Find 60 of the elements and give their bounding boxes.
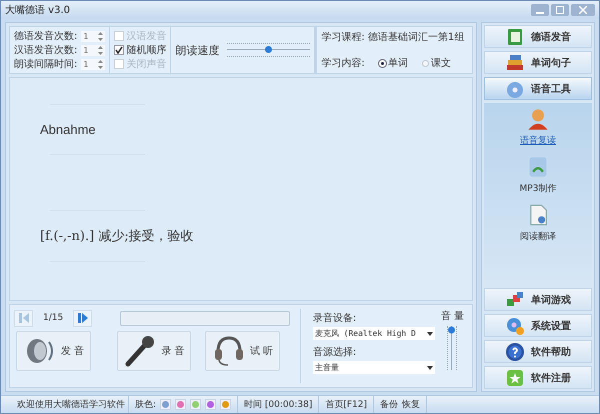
elapsed-time: 时间 [00:00:38] <box>238 396 320 413</box>
german-word: Abnahme <box>40 121 97 139</box>
welcome-text: 欢迎使用大嘴德语学习软件 <box>1 396 129 413</box>
checkmark-icon <box>115 46 124 54</box>
slider-thumb[interactable] <box>264 46 272 53</box>
home-link[interactable]: 首页[F12] <box>319 396 374 413</box>
radio-option[interactable]: 单词 <box>378 56 408 70</box>
checkbox[interactable]: 随机顺序 <box>114 43 166 57</box>
number-spinner[interactable]: 1 <box>81 58 106 70</box>
nav-button[interactable]: 单词句子 <box>484 51 592 74</box>
page-counter: 1/15 <box>43 313 64 323</box>
course-label: 学习课程: 德语基础词汇一第1组 <box>321 30 466 44</box>
close-button[interactable] <box>571 4 595 16</box>
radio-option[interactable]: 课文 <box>422 56 451 70</box>
tool-link[interactable]: MP3制作 <box>520 155 556 195</box>
maximize-icon <box>556 6 564 14</box>
pronounce-button[interactable]: 发 音 <box>16 331 91 371</box>
maximize-button[interactable] <box>551 4 569 16</box>
number-spinner[interactable]: 1 <box>81 44 106 56</box>
source-dropdown[interactable]: 主音量 <box>312 361 435 374</box>
device-label: 录音设备: <box>312 312 358 325</box>
backup-link[interactable]: 备份 <box>380 398 398 411</box>
slider-thumb[interactable] <box>448 326 456 334</box>
content-label: 学习内容: <box>321 56 365 70</box>
listen-button[interactable]: 试 听 <box>205 331 280 371</box>
nav-button[interactable]: 德语发音 <box>484 25 592 48</box>
nav-button[interactable]: 语音工具 <box>484 77 592 100</box>
nav-button[interactable]: 单词游戏 <box>484 288 592 311</box>
number-spinner[interactable]: 1 <box>81 30 106 42</box>
tool-link[interactable]: 阅读翻译 <box>520 203 556 243</box>
close-icon <box>579 6 587 14</box>
window-title: 大嘴德语 v3.0 <box>5 4 70 17</box>
help-icon <box>505 342 525 362</box>
volume-label: 音 量 <box>440 310 464 323</box>
word-meaning: [f.(-,-n).] 减少;接受，验收 <box>40 228 195 246</box>
spinner-label: 汉语发音次数: <box>14 44 78 57</box>
skip-forward-icon <box>78 313 88 323</box>
minimize-button[interactable] <box>531 4 549 16</box>
tool-link[interactable]: 语音复读 <box>520 107 556 147</box>
settings-icon <box>505 316 525 336</box>
source-label: 音源选择: <box>312 346 358 359</box>
nav-button[interactable]: 系统设置 <box>484 314 592 337</box>
skin-label: 肤色: <box>135 398 156 411</box>
nav-button[interactable]: 软件帮助 <box>484 340 592 363</box>
spinner-label: 朗读间隔时间: <box>14 58 78 71</box>
device-dropdown[interactable]: 麦克风 (Realtek High D <box>312 327 435 340</box>
spinner-label: 德语发音次数: <box>14 30 78 43</box>
volume-slider[interactable] <box>447 326 458 370</box>
dropdown-arrow-icon <box>426 366 433 370</box>
skip-back-icon <box>18 313 28 323</box>
dropdown-arrow-icon <box>426 332 433 336</box>
restore-link[interactable]: 恢复 <box>402 398 420 411</box>
book-icon <box>505 26 525 46</box>
person-icon <box>526 107 550 131</box>
books-icon <box>505 52 525 72</box>
speed-label: 朗读速度 <box>175 42 220 58</box>
speed-slider[interactable] <box>227 43 310 57</box>
record-button[interactable]: 录 音 <box>117 331 191 371</box>
next-button[interactable] <box>73 310 92 326</box>
nav-button[interactable]: 软件注册 <box>484 366 592 389</box>
